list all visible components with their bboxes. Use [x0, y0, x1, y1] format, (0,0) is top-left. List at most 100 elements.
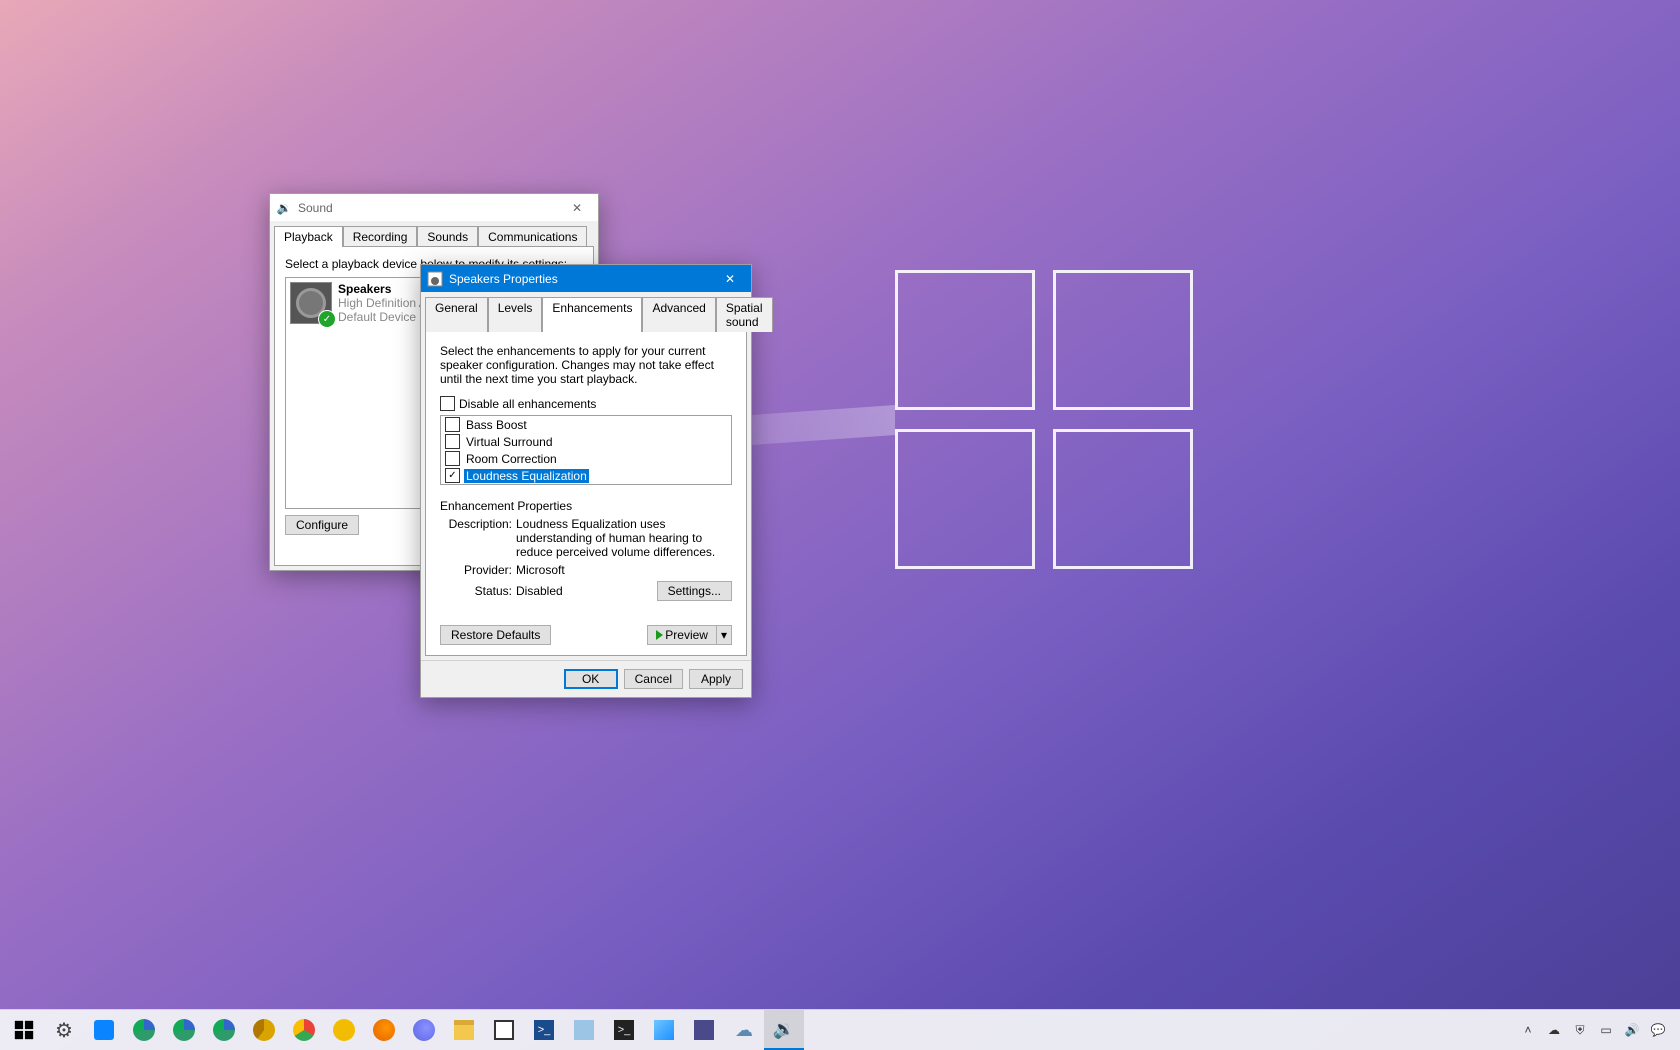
powershell-icon: >_ — [534, 1020, 554, 1040]
checkbox[interactable]: ✓ — [445, 468, 460, 483]
enhancement-label: Bass Boost — [464, 418, 529, 432]
sound-titlebar[interactable]: 🔉 Sound ✕ — [270, 194, 598, 221]
taskbar-store[interactable] — [484, 1010, 524, 1050]
folder-icon — [454, 1020, 474, 1040]
taskbar-chrome[interactable] — [284, 1010, 324, 1050]
speaker-icon: 🔉 — [773, 1019, 795, 1040]
tab-enhancements[interactable]: Enhancements — [542, 297, 642, 332]
tray-cast[interactable]: ▭ — [1594, 1010, 1618, 1050]
tray-security[interactable]: ⛨ — [1568, 1010, 1592, 1050]
close-button[interactable]: ✕ — [562, 198, 592, 218]
system-tray: ˄ ☁ ⛨ ▭ 🔊 💬 — [1516, 1010, 1676, 1050]
disable-all-checkbox[interactable] — [440, 396, 455, 411]
taskbar-file-explorer[interactable] — [444, 1010, 484, 1050]
status-value: Disabled — [516, 584, 563, 598]
taskbar-firefox[interactable] — [364, 1010, 404, 1050]
props-window-title: Speakers Properties — [449, 272, 558, 286]
taskbar-onedrive[interactable]: ☁ — [724, 1010, 764, 1050]
taskbar-devtool[interactable] — [564, 1010, 604, 1050]
apply-button[interactable]: Apply — [689, 669, 743, 689]
taskbar-photos[interactable] — [644, 1010, 684, 1050]
preview-button[interactable]: Preview — [647, 625, 717, 645]
taskbar-settings[interactable]: ⚙ — [44, 1010, 84, 1050]
configure-button[interactable]: Configure — [285, 515, 359, 535]
terminal-icon: >_ — [614, 1020, 634, 1040]
props-tabs: General Levels Enhancements Advanced Spa… — [421, 292, 751, 331]
devtool-icon — [574, 1020, 594, 1040]
checkbox[interactable] — [445, 451, 460, 466]
enhancement-loudness-equalization[interactable]: ✓ Loudness Equalization — [441, 467, 731, 484]
taskbar[interactable]: ⚙ >_ >_ ☁ 🔉 ˄ ☁ ⛨ ▭ 🔊 💬 — [0, 1009, 1680, 1050]
taskbar-powershell[interactable]: >_ — [524, 1010, 564, 1050]
taskbar-terminal[interactable]: >_ — [604, 1010, 644, 1050]
sound-window-title: Sound — [298, 201, 333, 215]
taskbar-sound-cpl[interactable]: 🔉 — [764, 1010, 804, 1050]
tab-sounds[interactable]: Sounds — [417, 226, 478, 247]
taskbar-firefox-dev[interactable] — [404, 1010, 444, 1050]
cancel-button[interactable]: Cancel — [624, 669, 683, 689]
settings-button[interactable]: Settings... — [657, 581, 732, 601]
taskbar-edge-beta[interactable] — [164, 1010, 204, 1050]
enhancements-list[interactable]: Bass Boost Virtual Surround Room Correct… — [440, 415, 732, 485]
tray-volume[interactable]: 🔊 — [1620, 1010, 1644, 1050]
sound-tabs: Playback Recording Sounds Communications — [270, 221, 598, 246]
taskbar-chrome-canary[interactable] — [324, 1010, 364, 1050]
taskbar-edge-canary[interactable] — [244, 1010, 284, 1050]
taskbar-edge-dev[interactable] — [204, 1010, 244, 1050]
tab-general[interactable]: General — [425, 297, 488, 332]
cast-icon: ▭ — [1600, 1023, 1611, 1037]
edge-icon — [133, 1019, 155, 1041]
description-value: Loudness Equalization uses understanding… — [516, 517, 732, 559]
chrome-icon — [293, 1019, 315, 1041]
paint3d-icon — [694, 1020, 714, 1040]
checkbox[interactable] — [445, 434, 460, 449]
phone-icon — [94, 1020, 114, 1040]
preview-dropdown[interactable]: ▾ — [717, 625, 732, 645]
enhancement-virtual-surround[interactable]: Virtual Surround — [441, 433, 731, 450]
taskbar-phone[interactable] — [84, 1010, 124, 1050]
enhancement-label: Virtual Surround — [464, 435, 555, 449]
tab-playback[interactable]: Playback — [274, 226, 343, 247]
edge-beta-icon — [173, 1019, 195, 1041]
cloud-icon: ☁ — [1548, 1023, 1560, 1037]
desktop-windows-logo — [895, 270, 1195, 570]
enhancements-instruction: Select the enhancements to apply for you… — [440, 344, 732, 386]
props-titlebar[interactable]: Speakers Properties ✕ — [421, 265, 751, 292]
close-button[interactable]: ✕ — [715, 269, 745, 289]
disable-all-label[interactable]: Disable all enhancements — [459, 397, 596, 411]
status-label: Status: — [440, 584, 512, 598]
enhancement-properties-group: Enhancement Properties Description: Loud… — [440, 499, 732, 601]
preview-label: Preview — [665, 628, 708, 642]
gear-icon: ⚙ — [55, 1018, 73, 1043]
tab-communications[interactable]: Communications — [478, 226, 587, 247]
tray-onedrive[interactable]: ☁ — [1542, 1010, 1566, 1050]
tray-action-center[interactable]: 💬 — [1646, 1010, 1670, 1050]
action-center-icon: 💬 — [1651, 1023, 1666, 1037]
photos-icon — [654, 1020, 674, 1040]
edge-canary-icon — [253, 1019, 275, 1041]
chevron-up-icon: ˄ — [1524, 1023, 1531, 1037]
start-button[interactable] — [4, 1010, 44, 1050]
tab-spatial-sound[interactable]: Spatial sound — [716, 297, 773, 332]
enhancement-bass-boost[interactable]: Bass Boost — [441, 416, 731, 433]
taskbar-edge[interactable] — [124, 1010, 164, 1050]
default-device-check-icon: ✓ — [318, 310, 336, 328]
tab-recording[interactable]: Recording — [343, 226, 418, 247]
tab-levels[interactable]: Levels — [488, 297, 543, 332]
firefox-dev-icon — [413, 1019, 435, 1041]
volume-icon: 🔊 — [1625, 1023, 1640, 1037]
tray-overflow[interactable]: ˄ — [1516, 1010, 1540, 1050]
ok-button[interactable]: OK — [564, 669, 618, 689]
speakers-properties-window[interactable]: Speakers Properties ✕ General Levels Enh… — [420, 264, 752, 698]
taskbar-paint3d[interactable] — [684, 1010, 724, 1050]
preview-split-button[interactable]: Preview ▾ — [647, 625, 732, 645]
restore-defaults-button[interactable]: Restore Defaults — [440, 625, 551, 645]
enhancement-room-correction[interactable]: Room Correction — [441, 450, 731, 467]
enhancement-label: Room Correction — [464, 452, 559, 466]
speaker-icon: 🔉 — [276, 200, 292, 216]
enhancement-label: Loudness Equalization — [464, 469, 589, 483]
dialog-buttons: OK Cancel Apply — [421, 660, 751, 697]
tab-advanced[interactable]: Advanced — [642, 297, 715, 332]
firefox-icon — [373, 1019, 395, 1041]
checkbox[interactable] — [445, 417, 460, 432]
